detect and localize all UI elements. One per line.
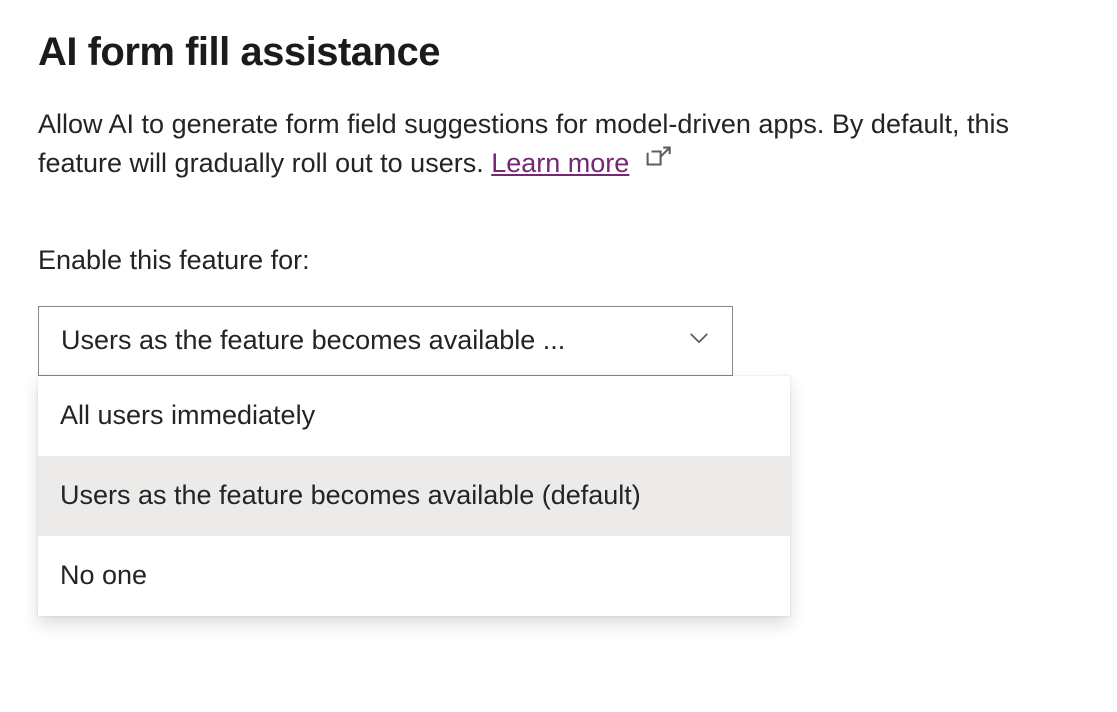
section-description: Allow AI to generate form field suggesti… [38,105,1079,185]
enable-feature-label: Enable this feature for: [38,245,1079,276]
select-value-text: Users as the feature becomes available .… [61,325,688,356]
dropdown-option-all-users[interactable]: All users immediately [38,376,790,456]
chevron-down-icon [688,325,710,356]
dropdown-option-label: No one [60,560,147,591]
dropdown-option-label: All users immediately [60,400,315,431]
enable-feature-select-wrapper: Users as the feature becomes available .… [38,306,733,376]
external-link-icon [645,143,671,182]
section-title: AI form fill assistance [38,30,1079,75]
dropdown-option-no-one[interactable]: No one [38,536,790,616]
enable-feature-select[interactable]: Users as the feature becomes available .… [38,306,733,376]
dropdown-option-label: Users as the feature becomes available (… [60,480,641,511]
enable-feature-dropdown: All users immediately Users as the featu… [38,376,790,616]
dropdown-option-users-default[interactable]: Users as the feature becomes available (… [38,456,790,536]
learn-more-link[interactable]: Learn more [491,148,629,178]
